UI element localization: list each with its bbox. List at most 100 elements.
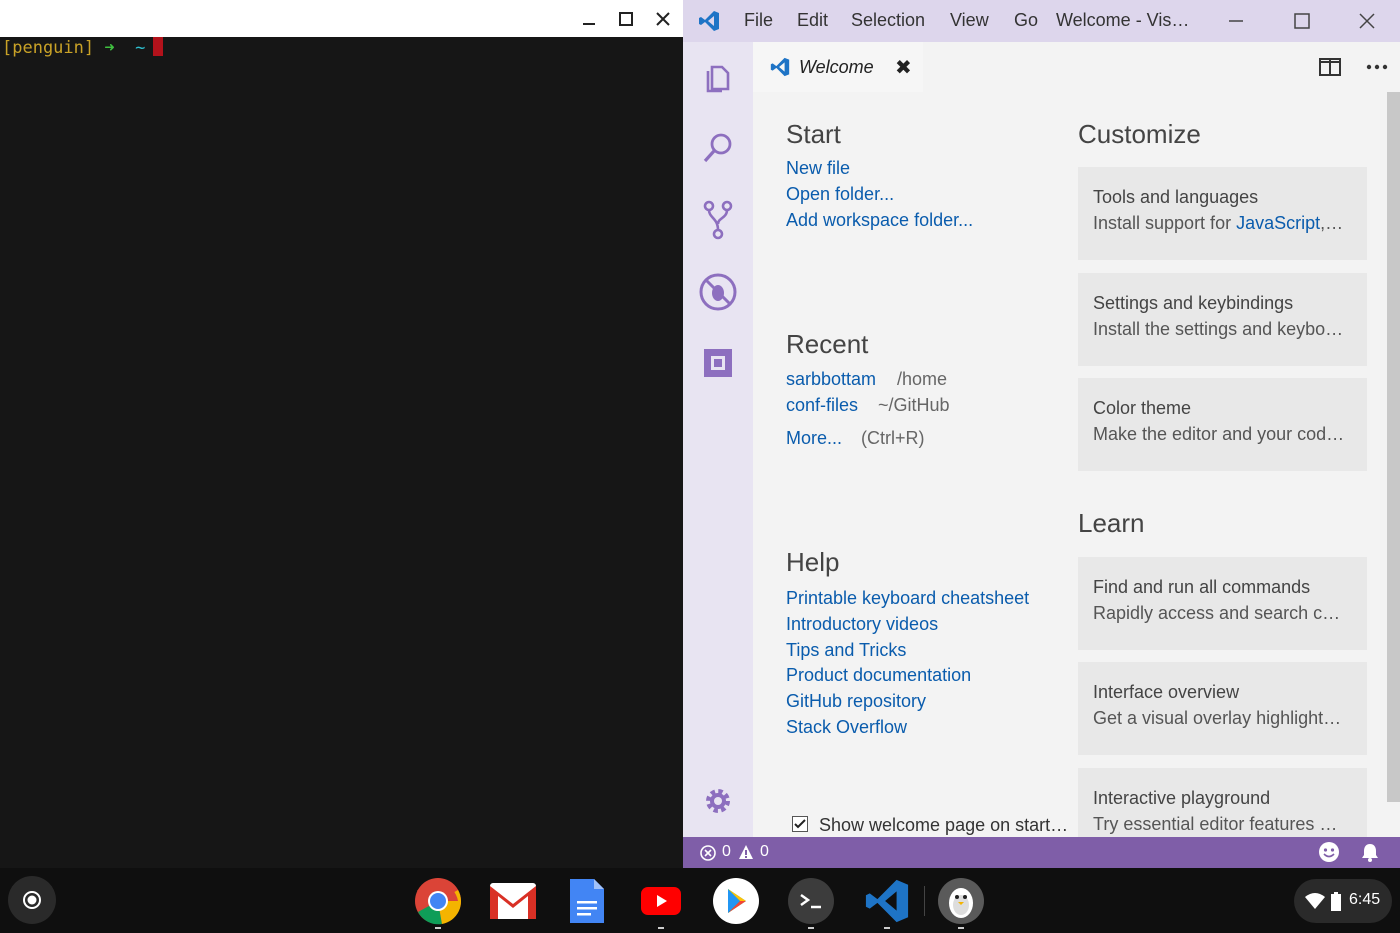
card-title: Find and run all commands — [1093, 577, 1311, 597]
battery-icon — [1331, 892, 1341, 916]
terminal-window: [penguin] ➜ ~ — [0, 0, 683, 868]
welcome-page: Start New file Open folder... Add worksp… — [753, 92, 1400, 837]
editor-scrollbar[interactable] — [1387, 92, 1400, 802]
recent-item-link[interactable]: sarbbottam — [786, 369, 876, 390]
prompt-user: [penguin] — [2, 38, 95, 58]
learn-heading: Learn — [1078, 508, 1145, 538]
javascript-link[interactable]: JavaScript — [1236, 213, 1320, 233]
card-description: Rapidly access and search c… — [1093, 603, 1341, 623]
open-folder-link[interactable]: Open folder... — [786, 184, 894, 205]
customize-card-settings[interactable]: Settings and keybindings Install the set… — [1078, 273, 1367, 366]
chrome-icon[interactable] — [413, 876, 463, 929]
recent-item-path: ~/GitHub — [878, 395, 950, 415]
warning-icon[interactable] — [738, 844, 754, 865]
help-link-stackoverflow[interactable]: Stack Overflow — [786, 717, 907, 738]
error-icon[interactable] — [700, 845, 716, 866]
split-editor-icon[interactable] — [1319, 57, 1341, 82]
search-icon[interactable] — [697, 127, 739, 169]
recent-item-link[interactable]: conf-files — [786, 395, 858, 416]
play-store-icon[interactable] — [711, 876, 761, 926]
learn-card-playground[interactable]: Interactive playground Try essential edi… — [1078, 768, 1367, 837]
more-recent-link[interactable]: More... — [786, 428, 842, 449]
window-title: Welcome - Vis… — [1056, 10, 1190, 30]
system-tray[interactable]: 6:45 — [1294, 879, 1392, 923]
card-title: Color theme — [1093, 398, 1192, 418]
close-icon[interactable] — [1359, 13, 1375, 34]
terminal-icon[interactable] — [786, 876, 836, 929]
maximize-icon[interactable] — [1294, 13, 1310, 34]
prompt-directory: ~ — [135, 38, 146, 58]
help-link-cheatsheet[interactable]: Printable keyboard cheatsheet — [786, 588, 1029, 609]
recent-item-path: /home — [897, 369, 948, 389]
vscode-icon[interactable] — [862, 876, 912, 929]
customize-card-tools[interactable]: Tools and languages Install support for … — [1078, 167, 1367, 260]
gmail-icon[interactable] — [488, 876, 538, 926]
help-link-docs[interactable]: Product documentation — [786, 665, 971, 686]
activity-bar — [683, 42, 753, 837]
menu-go[interactable]: Go — [1014, 10, 1038, 31]
explorer-icon[interactable] — [697, 57, 739, 99]
youtube-icon[interactable] — [636, 876, 686, 929]
linux-icon[interactable] — [936, 876, 986, 929]
menu-selection[interactable]: Selection — [851, 10, 925, 31]
card-desc-text: Install support for — [1093, 213, 1237, 233]
running-indicator — [435, 927, 441, 929]
tab-close-icon[interactable]: ✖ — [895, 55, 912, 80]
editor-tabs: Welcome ✖ — [753, 42, 1400, 92]
error-count[interactable]: 0 — [722, 843, 731, 861]
card-description: Get a visual overlay highlight… — [1093, 708, 1342, 728]
running-indicator — [808, 927, 814, 929]
running-indicator — [884, 927, 890, 929]
card-description: Make the editor and your cod… — [1093, 424, 1345, 444]
status-bar: 0 0 — [683, 837, 1400, 868]
card-description: Install support for JavaScript,… — [1093, 213, 1355, 234]
card-desc-rest: ,… — [1320, 213, 1344, 233]
desktop: [penguin] ➜ ~ File Edit Selection View G… — [0, 0, 1400, 933]
terminal-titlebar — [0, 0, 683, 37]
help-link-github[interactable]: GitHub repository — [786, 691, 926, 712]
prompt-arrow: ➜ — [104, 38, 115, 58]
new-file-link[interactable]: New file — [786, 158, 850, 179]
learn-card-commands[interactable]: Find and run all commands Rapidly access… — [1078, 557, 1367, 650]
more-recent-shortcut: (Ctrl+R) — [861, 428, 925, 448]
close-icon[interactable] — [648, 4, 678, 34]
card-title: Tools and languages — [1093, 187, 1259, 207]
feedback-smiley-icon[interactable] — [1318, 841, 1340, 868]
help-link-tips[interactable]: Tips and Tricks — [786, 640, 906, 661]
terminal-output[interactable]: [penguin] ➜ ~ — [0, 37, 683, 868]
help-link-videos[interactable]: Introductory videos — [786, 614, 938, 635]
extensions-icon[interactable] — [697, 342, 739, 384]
gear-icon[interactable] — [697, 780, 739, 822]
vscode-window: File Edit Selection View Go Welcome - Vi… — [683, 0, 1400, 868]
shelf: 6:45 — [0, 868, 1400, 933]
debug-icon[interactable] — [697, 271, 739, 313]
warning-count[interactable]: 0 — [760, 843, 769, 861]
help-heading: Help — [786, 547, 840, 577]
add-workspace-folder-link[interactable]: Add workspace folder... — [786, 210, 973, 231]
source-control-icon[interactable] — [697, 199, 739, 241]
show-welcome-label: Show welcome page on start… — [819, 815, 1069, 835]
docs-icon[interactable] — [562, 876, 612, 926]
tab-welcome[interactable]: Welcome ✖ — [753, 42, 923, 92]
more-actions-icon[interactable] — [1366, 57, 1388, 82]
launcher-icon[interactable] — [8, 876, 56, 924]
wifi-icon — [1304, 892, 1326, 915]
customize-heading: Customize — [1078, 119, 1201, 149]
vscode-logo-icon — [697, 9, 721, 38]
maximize-icon[interactable] — [611, 4, 641, 34]
clock: 6:45 — [1349, 891, 1381, 908]
learn-card-interface[interactable]: Interface overview Get a visual overlay … — [1078, 662, 1367, 755]
menu-file[interactable]: File — [744, 10, 773, 31]
menu-edit[interactable]: Edit — [797, 10, 828, 31]
card-title: Interface overview — [1093, 682, 1240, 702]
show-welcome-checkbox[interactable] — [792, 816, 808, 837]
minimize-icon[interactable] — [574, 4, 604, 34]
minimize-icon[interactable] — [1228, 13, 1244, 34]
customize-card-theme[interactable]: Color theme Make the editor and your cod… — [1078, 378, 1367, 471]
recent-heading: Recent — [786, 329, 869, 359]
terminal-cursor — [153, 37, 164, 56]
vscode-titlebar: File Edit Selection View Go Welcome - Vi… — [683, 0, 1400, 42]
tab-welcome-label: Welcome — [799, 57, 874, 77]
menu-view[interactable]: View — [950, 10, 989, 31]
notifications-bell-icon[interactable] — [1360, 842, 1380, 867]
